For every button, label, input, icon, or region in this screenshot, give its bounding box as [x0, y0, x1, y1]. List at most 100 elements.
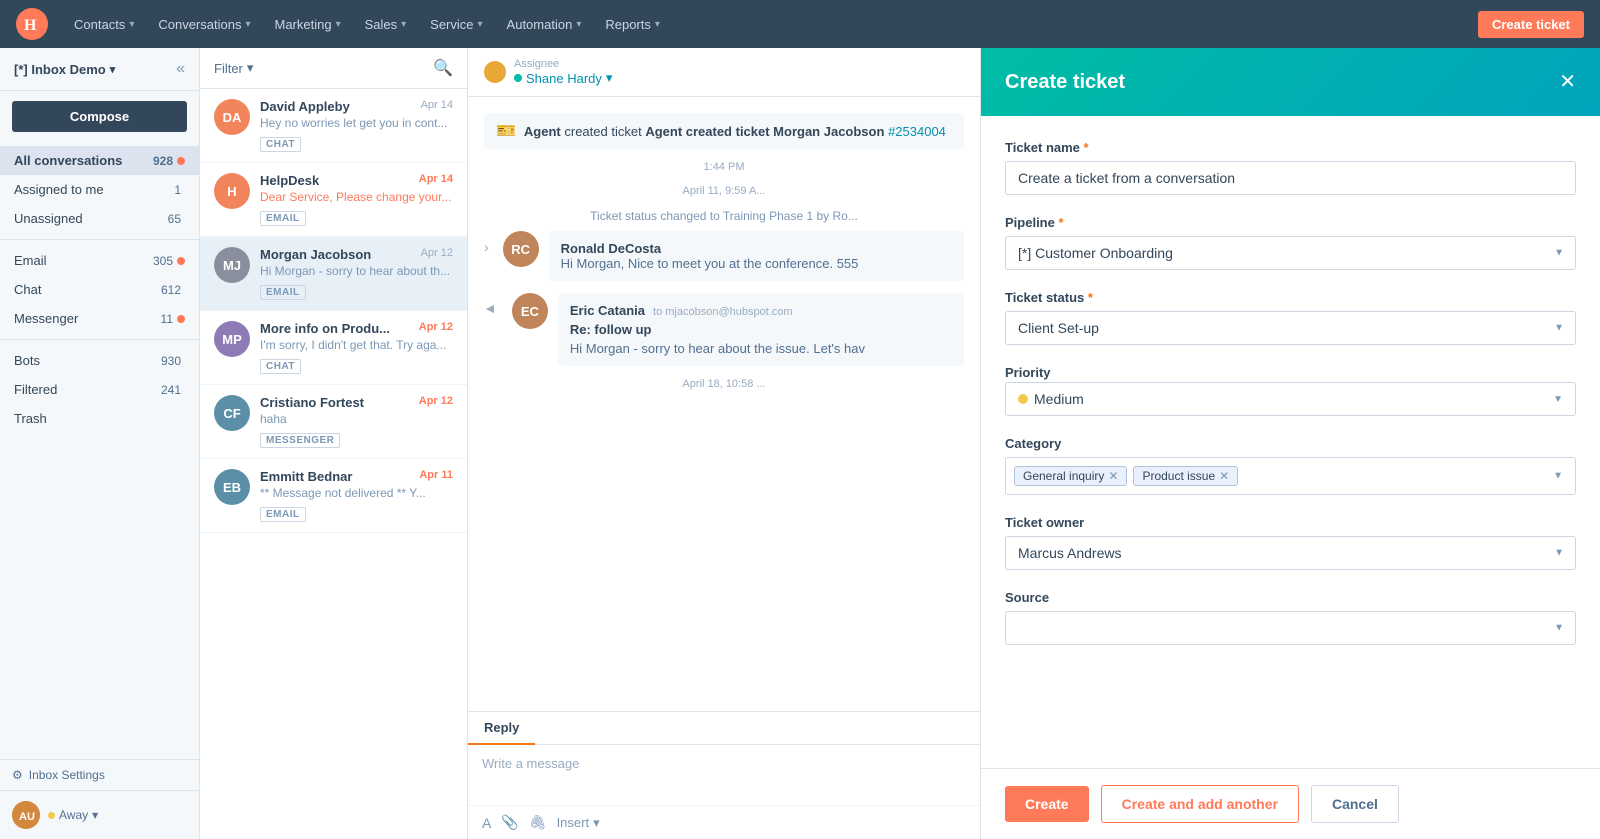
conv-reply: Reply Write a message A 📎 🖇 Insert ▾ [468, 711, 980, 839]
conv-view-header: Assignee Shane Hardy ▾ [468, 48, 980, 97]
create-and-add-another-button[interactable]: Create and add another [1101, 785, 1299, 823]
reply-tabs: Reply [468, 712, 980, 745]
nav-right: Create ticket [1478, 11, 1584, 38]
source-select[interactable] [1005, 611, 1576, 645]
conv-item-david-appleby[interactable]: DA David Appleby Apr 14 Hey no worries l… [200, 89, 467, 163]
conv-items: DA David Appleby Apr 14 Hey no worries l… [200, 89, 467, 839]
remove-tag-button[interactable]: ✕ [1219, 470, 1229, 482]
nav-reports[interactable]: Reports ▾ [595, 11, 670, 38]
conv-item-emmitt-bednar[interactable]: EB Emmitt Bednar Apr 11 ** Message not d… [200, 459, 467, 533]
expand-icon[interactable]: ▼ [483, 302, 499, 316]
left-sidebar: [*] Inbox Demo ▾ « Compose All conversat… [0, 48, 200, 839]
panel-title: Create ticket [1005, 71, 1125, 94]
conv-item-cristiano-fortest[interactable]: CF Cristiano Fortest Apr 12 haha MESSENG… [200, 385, 467, 459]
conversations-list: Filter ▾ 🔍 DA David Appleby Apr 14 Hey n… [200, 48, 468, 839]
close-panel-button[interactable]: ✕ [1559, 72, 1576, 92]
conv-item-helpdesk[interactable]: H HelpDesk Apr 14 Dear Service, Please c… [200, 163, 467, 237]
avatar: H [214, 173, 250, 209]
main-layout: [*] Inbox Demo ▾ « Compose All conversat… [0, 48, 1600, 839]
reply-toolbar: A 📎 🖇 Insert ▾ [468, 805, 980, 839]
sidebar-item-filtered[interactable]: Filtered 241 [0, 375, 199, 404]
chevron-down-icon: ▾ [247, 60, 254, 76]
svg-text:H: H [24, 17, 37, 34]
ticket-owner-group: Ticket owner Marcus Andrews [1005, 515, 1576, 570]
filter-button[interactable]: Filter ▾ [214, 60, 253, 76]
source-label: Source [1005, 590, 1576, 605]
avatar: CF [214, 395, 250, 431]
inbox-title[interactable]: [*] Inbox Demo ▾ [14, 62, 115, 77]
attachment-button[interactable]: 📎 [501, 814, 518, 831]
ticket-name-group: Ticket name * [1005, 140, 1576, 195]
avatar: RC [503, 231, 539, 267]
nav-automation[interactable]: Automation ▾ [497, 11, 592, 38]
ticket-owner-select-wrapper: Marcus Andrews [1005, 536, 1576, 570]
sidebar-nav-list: All conversations 928 Assigned to me 1 U… [0, 142, 199, 759]
inbox-settings-button[interactable]: ⚙ Inbox Settings [0, 759, 199, 790]
create-button[interactable]: Create [1005, 786, 1089, 822]
panel-body: Ticket name * Pipeline * [*] Customer On… [981, 116, 1600, 768]
chevron-icon: ▾ [576, 19, 581, 30]
conversation-view: Assignee Shane Hardy ▾ 🎫 Agent created t… [468, 48, 980, 839]
avatar: EC [512, 293, 548, 329]
sidebar-item-assigned-to-me[interactable]: Assigned to me 1 [0, 175, 199, 204]
avatar: MP [214, 321, 250, 357]
insert-button[interactable]: Insert ▾ [557, 815, 600, 831]
expand-icon[interactable]: › [484, 239, 489, 255]
ticket-name-label: Ticket name * [1005, 140, 1576, 155]
pipeline-select[interactable]: [*] Customer Onboarding [1005, 236, 1576, 270]
sidebar-item-trash[interactable]: Trash [0, 404, 199, 433]
source-group: Source [1005, 590, 1576, 645]
hubspot-logo[interactable]: H [16, 8, 48, 40]
chevron-icon: ▾ [655, 19, 660, 30]
nav-sales[interactable]: Sales ▾ [355, 11, 417, 38]
nav-divider [0, 339, 199, 340]
chevron-icon: ▾ [401, 19, 406, 30]
tab-reply[interactable]: Reply [468, 712, 535, 745]
sidebar-item-email[interactable]: Email 305 [0, 246, 199, 275]
ticket-owner-select[interactable]: Marcus Andrews [1005, 536, 1576, 570]
priority-group: Priority ● Medium ● Low ● High Medium ▼ [1005, 365, 1576, 416]
ticket-status-select[interactable]: Client Set-up [1005, 311, 1576, 345]
clip-button[interactable]: 🖇 [529, 814, 547, 831]
unread-dot [177, 315, 185, 323]
ticket-name-input[interactable] [1005, 161, 1576, 195]
compose-button[interactable]: Compose [12, 101, 187, 132]
sidebar-item-messenger[interactable]: Messenger 11 [0, 304, 199, 333]
assignee-name[interactable]: Shane Hardy ▾ [514, 70, 612, 86]
nav-service[interactable]: Service ▾ [420, 11, 492, 38]
text-format-button[interactable]: A [482, 815, 491, 831]
cancel-button[interactable]: Cancel [1311, 785, 1399, 823]
reply-area[interactable]: Write a message [468, 745, 980, 805]
sidebar-item-bots[interactable]: Bots 930 [0, 346, 199, 375]
chevron-icon: ▾ [478, 19, 483, 30]
conv-item-more-info[interactable]: MP More info on Produ... Apr 12 I'm sorr… [200, 311, 467, 385]
sidebar-item-unassigned[interactable]: Unassigned 65 [0, 204, 199, 233]
chevron-icon: ▾ [129, 19, 134, 30]
message-time: 1:44 PM [484, 161, 964, 173]
sidebar-item-all-conversations[interactable]: All conversations 928 [0, 146, 199, 175]
nav-marketing[interactable]: Marketing ▾ [264, 11, 350, 38]
panel-header: Create ticket ✕ [981, 48, 1600, 116]
sidebar-item-chat[interactable]: Chat 612 [0, 275, 199, 304]
ticket-status-group: Ticket status * Client Set-up [1005, 290, 1576, 345]
pipeline-group: Pipeline * [*] Customer Onboarding [1005, 215, 1576, 270]
pipeline-label: Pipeline * [1005, 215, 1576, 230]
conv-item-morgan-jacobson[interactable]: MJ Morgan Jacobson Apr 12 Hi Morgan - so… [200, 237, 467, 311]
category-tags-input[interactable]: General inquiry ✕ Product issue ✕ [1005, 457, 1576, 495]
sidebar-header: [*] Inbox Demo ▾ « [0, 48, 199, 91]
collapse-sidebar-button[interactable]: « [176, 60, 185, 78]
nav-contacts[interactable]: Contacts ▾ [64, 11, 144, 38]
create-ticket-nav-button[interactable]: Create ticket [1478, 11, 1584, 38]
online-dot [514, 74, 522, 82]
avatar: EB [214, 469, 250, 505]
ticket-status-message: Ticket status changed to Training Phase … [484, 209, 964, 223]
nav-conversations[interactable]: Conversations ▾ [148, 11, 260, 38]
source-select-wrapper [1005, 611, 1576, 645]
chevron-icon: ▾ [336, 19, 341, 30]
chevron-down-icon: ▾ [606, 70, 613, 86]
search-button[interactable]: 🔍 [433, 58, 453, 78]
priority-select[interactable]: ● Medium ● Low ● High [1005, 386, 1576, 420]
svg-text:AU: AU [19, 811, 35, 823]
remove-tag-button[interactable]: ✕ [1108, 470, 1118, 482]
status-badge[interactable]: Away ▾ [48, 808, 98, 822]
